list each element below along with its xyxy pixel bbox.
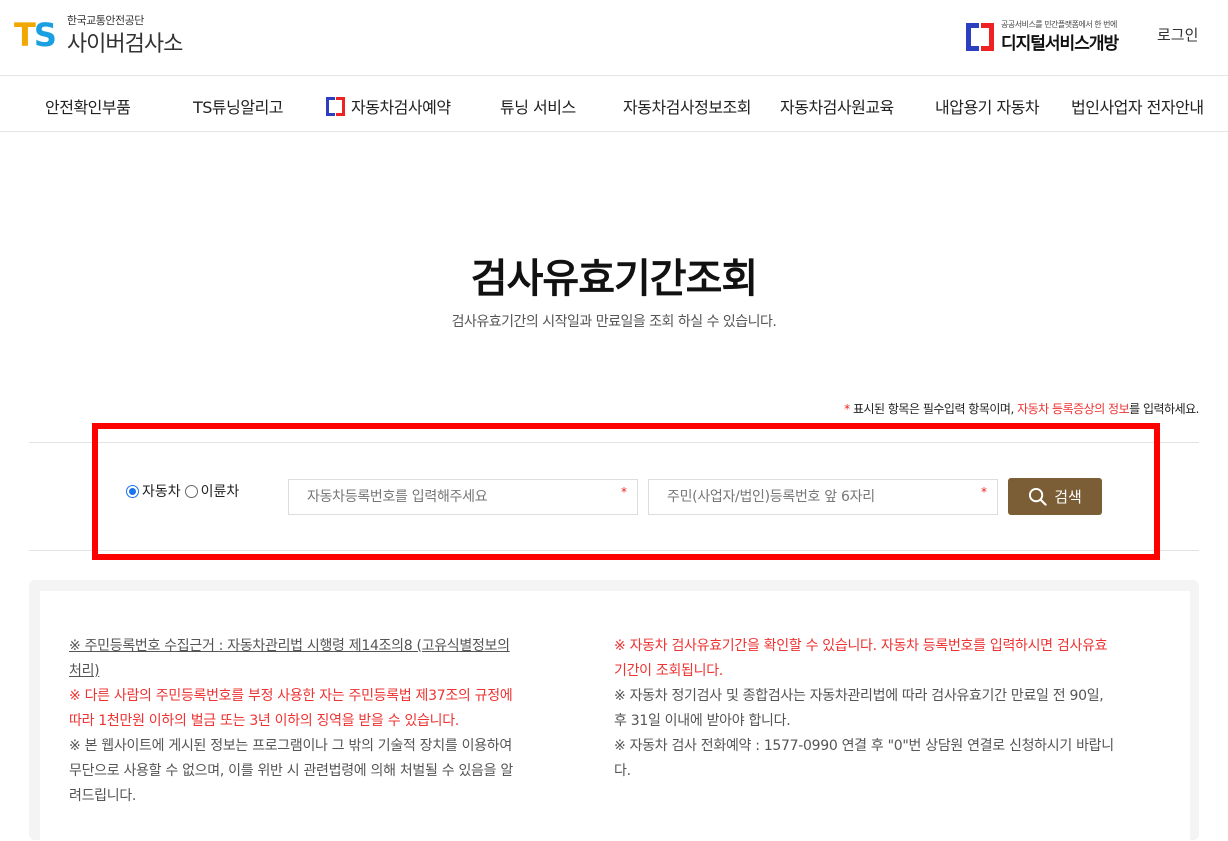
radio-car-label[interactable]: 자동차 [142, 481, 181, 501]
radio-twowheel-label[interactable]: 이륜차 [201, 481, 240, 501]
id-number-field: * [648, 479, 998, 515]
digital-service-banner[interactable]: 공공서비스를 민간플랫폼에서 한 번에 디지털서비스개방 [966, 19, 1119, 54]
info-phone-reservation: ※ 자동차 검사 전화예약 : 1577-0990 연결 후 "0"번 상담원 … [614, 738, 1114, 779]
site-header: TS 한국교통안전공단 사이버검사소 공공서비스를 민간플랫폼에서 한 번에 디… [0, 0, 1228, 76]
ts-logo-mark: TS [14, 16, 57, 54]
nav-item-corporate-notice[interactable]: 법인사업자 전자안내 [1071, 94, 1204, 118]
logo-site-name: 사이버검사소 [66, 32, 183, 57]
search-button[interactable]: 검색 [1008, 478, 1102, 515]
nav-item-pressure-vessel[interactable]: 내압용기 자동차 [935, 94, 1040, 118]
info-lookup-guide: ※ 자동차 검사유효기간을 확인할 수 있습니다. 자동차 등록번호를 입력하시… [614, 638, 1108, 679]
info-legal-basis: ※ 주민등록번호 수집근거 : 자동차관리법 시행령 제14조의8 (고유식별정… [69, 638, 510, 679]
info-inspection-period: ※ 자동차 정기검사 및 종합검사는 자동차관리법에 따라 검사유효기간 만료일… [614, 688, 1104, 729]
page-title: 검사유효기간조회 [470, 256, 758, 302]
required-star: * [621, 485, 627, 499]
nav-item-tuning-service[interactable]: 튜닝 서비스 [500, 94, 576, 118]
digital-service-title: 디지털서비스개방 [1001, 34, 1119, 54]
search-button-label: 검색 [1054, 488, 1082, 506]
nav-item-inspection-reservation[interactable]: 자동차검사예약 [326, 94, 451, 118]
nav-item-safety-parts[interactable]: 안전확인부품 [45, 94, 131, 118]
page-description: 검사유효기간의 시작일과 만료일을 조회 하실 수 있습니다. [451, 314, 777, 330]
info-right-column: ※ 자동차 검사유효기간을 확인할 수 있습니다. 자동차 등록번호를 입력하시… [614, 634, 1114, 784]
info-penalty-warning: ※ 다른 사람의 주민등록번호를 부정 사용한 자는 주민등록법 제37조의 규… [69, 688, 513, 729]
site-logo[interactable]: TS 한국교통안전공단 사이버검사소 [14, 12, 183, 58]
vehicle-type-radio-group: 자동차 이륜차 [126, 481, 243, 501]
reg-number-input[interactable] [289, 480, 637, 514]
digital-service-icon [966, 22, 994, 51]
digital-service-icon [326, 96, 345, 116]
nav-item-inspector-education[interactable]: 자동차검사원교육 [780, 94, 894, 118]
info-left-column: ※ 주민등록번호 수집근거 : 자동차관리법 시행령 제14조의8 (고유식별정… [69, 634, 513, 809]
login-link[interactable]: 로그인 [1157, 24, 1198, 45]
required-star: * [981, 485, 987, 499]
required-field-note: * 표시된 항목은 필수입력 항목이며, 자동차 등록증상의 정보를 입력하세요… [844, 402, 1199, 416]
reg-number-field: * [288, 479, 638, 515]
id-number-input[interactable] [649, 480, 997, 514]
radio-car[interactable] [126, 484, 139, 498]
nav-item-tuning-alert[interactable]: TS튜닝알리고 [193, 94, 284, 118]
search-icon [1029, 487, 1047, 506]
main-nav: 안전확인부품 TS튜닝알리고 자동차검사예약 튜닝 서비스 자동차검사정보조회 … [0, 76, 1228, 132]
radio-twowheel[interactable] [184, 484, 198, 498]
nav-item-inspection-info[interactable]: 자동차검사정보조회 [623, 94, 751, 118]
info-copyright-notice: ※ 본 웹사이트에 게시된 정보는 프로그램이나 그 밖의 기술적 장치를 이용… [69, 738, 513, 804]
